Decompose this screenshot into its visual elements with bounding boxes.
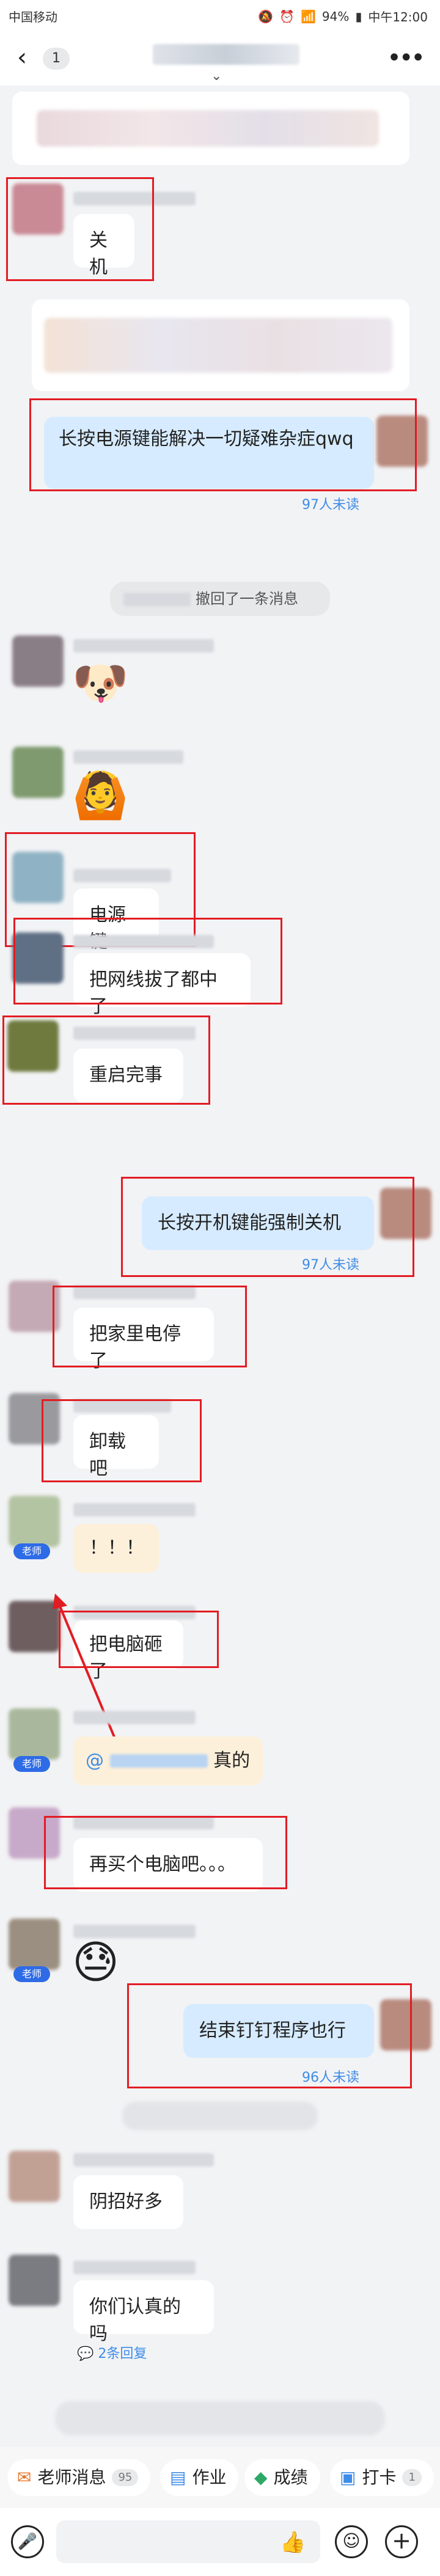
alarm-icon: ⏰ <box>279 9 295 24</box>
unread-count-badge[interactable]: 1 <box>43 48 70 70</box>
avatar[interactable] <box>9 1496 60 1547</box>
status-icons: 🔕 ⏰ 📶 94% ▮ 中午12:00 <box>258 7 428 25</box>
teacher-tag: 老师 <box>13 1966 50 1982</box>
redacted-system-notice <box>122 2102 318 2130</box>
sticker-dog-emoji-icon[interactable]: 🐶 <box>72 659 128 708</box>
shared-card[interactable] <box>32 299 409 391</box>
highlight-box <box>44 1816 287 1889</box>
microphone-icon[interactable]: 🎤 <box>11 2525 44 2558</box>
chat-title-redacted[interactable] <box>153 44 299 65</box>
chevron-down-icon[interactable]: ⌄ <box>211 68 222 84</box>
sticker-figure-emoji-icon[interactable]: 🙆 <box>72 771 128 820</box>
checkin-icon: ▣ <box>340 2467 356 2487</box>
battery-icon: ▮ <box>355 9 362 24</box>
avatar[interactable] <box>9 2255 60 2306</box>
sender-name-redacted <box>73 1503 196 1517</box>
highlight-box <box>127 1983 412 2088</box>
annotation-arrow <box>53 1594 120 1749</box>
message-bubble[interactable]: ！！！ <box>73 1524 159 1573</box>
reply-icon: 💬 <box>77 2346 94 2362</box>
checkin-tab[interactable]: ▣ 打卡 1 <box>330 2459 434 2496</box>
redacted-system-notice <box>55 2401 385 2435</box>
avatar[interactable] <box>9 1919 60 1970</box>
mention-symbol: @ <box>86 1750 104 1771</box>
thumbs-up-icon[interactable]: 👍 <box>280 2530 306 2555</box>
homework-icon: ▤ <box>170 2467 186 2487</box>
quick-actions-bar: ✉ 老师消息 95 ▤ 作业 ◆ 成绩 ▣ 打卡 1 <box>0 2447 440 2508</box>
clock: 中午12:00 <box>368 10 428 24</box>
redacted-content <box>37 110 379 147</box>
avatar[interactable] <box>9 1708 60 1760</box>
chevron-left-icon[interactable]: ‹ <box>17 45 27 70</box>
highlight-box <box>53 1286 247 1367</box>
pinned-message-card[interactable] <box>12 92 409 165</box>
sender-name-redacted <box>73 2153 214 2167</box>
highlight-box <box>13 918 282 1004</box>
highlight-box <box>2 1015 210 1105</box>
wifi-icon: 📶 <box>300 9 316 24</box>
avatar[interactable] <box>12 635 64 687</box>
status-bar: 中国移动 🔕 ⏰ 📶 94% ▮ 中午12:00 <box>0 0 440 31</box>
emoji-icon[interactable]: ☺ <box>335 2525 368 2558</box>
message-bubble[interactable]: 阴招好多 <box>73 2175 183 2229</box>
homework-tab[interactable]: ▤ 作业 <box>160 2459 239 2496</box>
highlight-box <box>121 1177 414 1277</box>
sender-name-redacted <box>123 593 191 606</box>
carrier-label: 中国移动 <box>9 10 57 24</box>
redacted-content <box>44 318 392 373</box>
teacher-messages-tab[interactable]: ✉ 老师消息 95 <box>7 2459 151 2496</box>
grades-icon: ◆ <box>254 2467 268 2487</box>
reply-count-link[interactable]: 💬 2条回复 <box>77 2343 147 2362</box>
highlight-box <box>6 177 154 281</box>
grades-tab[interactable]: ◆ 成绩 <box>244 2459 320 2496</box>
teacher-tag: 老师 <box>13 1543 50 1559</box>
message-bubble[interactable]: 你们认真的吗 <box>73 2280 214 2344</box>
teacher-tag: 老师 <box>13 1756 50 1772</box>
sender-name-redacted <box>73 639 214 653</box>
sender-name-redacted <box>73 2261 196 2274</box>
sender-name-redacted <box>73 750 183 764</box>
message-bubble[interactable]: @ 真的 <box>73 1736 263 1785</box>
message-input-bar: 🎤 👍 ☺ + <box>0 2508 440 2576</box>
unread-status[interactable]: 97人未读 <box>302 494 359 513</box>
mention-name-redacted <box>109 1754 208 1768</box>
avatar[interactable] <box>12 747 64 798</box>
tab-count: 1 <box>402 2469 422 2486</box>
plus-icon[interactable]: + <box>385 2525 418 2558</box>
mute-icon: 🔕 <box>258 9 274 24</box>
highlight-box <box>29 398 417 491</box>
battery-percent: 94% <box>321 9 350 24</box>
recall-notice: 撤回了一条消息 <box>110 582 330 616</box>
avatar[interactable] <box>9 2151 60 2202</box>
chat-header: ‹ 1 ⌄ ••• <box>0 31 440 86</box>
highlight-box <box>42 1399 202 1482</box>
message-text: 真的 <box>213 1750 251 1771</box>
tab-count: 95 <box>112 2469 139 2486</box>
more-dots-icon[interactable]: ••• <box>387 44 425 72</box>
sender-name-redacted <box>73 1711 196 1724</box>
teacher-message-icon: ✉ <box>17 2467 32 2487</box>
sticker-sweat-emoji-icon[interactable]: 😓 <box>72 1938 119 1987</box>
